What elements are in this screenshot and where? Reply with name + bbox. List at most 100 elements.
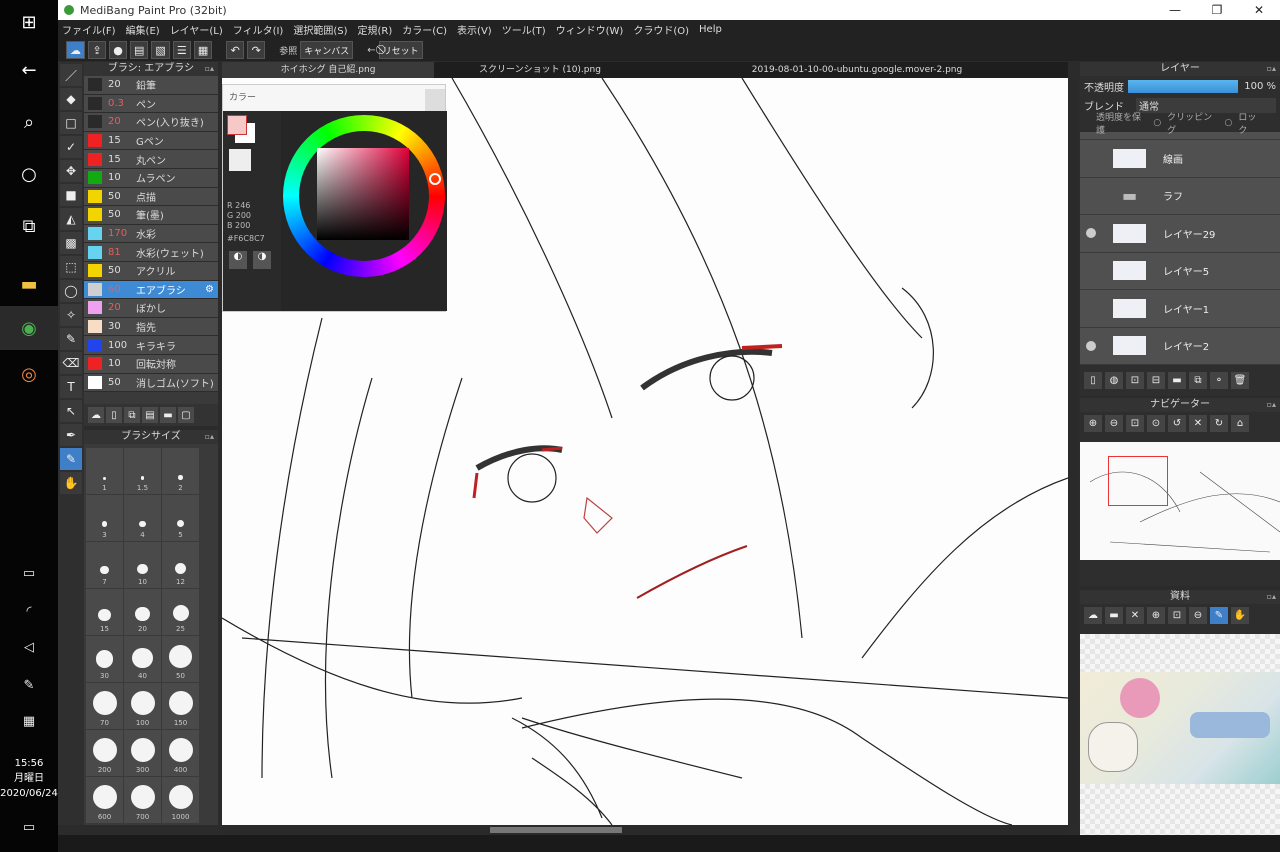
actual-size-icon[interactable]: ⊙ (1147, 415, 1165, 432)
opacity-slider[interactable] (1128, 79, 1238, 93)
canvas-button[interactable]: キャンバス (300, 41, 354, 59)
menu-item[interactable]: ツール(T) (502, 22, 546, 37)
brush-item[interactable]: 20 ペン(入り抜き) (84, 113, 218, 132)
clipping-radio-icon[interactable]: ○ (1153, 118, 1161, 128)
back-arrow-icon[interactable]: ← (0, 48, 58, 92)
visibility-icon[interactable] (1086, 340, 1096, 351)
reset-button[interactable]: ⃠リセット (378, 41, 423, 59)
windows-start-icon[interactable]: ⊞ (0, 0, 58, 44)
medibang-app-icon[interactable]: ◉ (0, 306, 58, 350)
menu-item[interactable]: フィルタ(I) (233, 22, 284, 37)
page-icon[interactable]: ▧ (151, 41, 170, 59)
pen-tool-icon[interactable]: ✎ (60, 448, 82, 470)
brush-item[interactable]: 20 鉛筆 (84, 76, 218, 95)
brush-size-cell[interactable]: 70 (86, 683, 123, 729)
rotate-left-icon[interactable]: ← (367, 45, 375, 56)
brush-size-cell[interactable]: 40 (124, 636, 161, 682)
operation-tool-icon[interactable]: ↖ (60, 400, 82, 422)
blue-value[interactable]: B 200 (227, 221, 265, 231)
brush-size-cell[interactable]: 150 (162, 683, 199, 729)
brush-size-cell[interactable]: 2 (162, 448, 199, 494)
brush-size-cell[interactable]: 700 (124, 777, 161, 823)
menu-item[interactable]: 定規(R) (357, 22, 392, 37)
cloud-icon[interactable]: ☁ (66, 41, 85, 59)
close-button[interactable]: ✕ (1238, 0, 1280, 20)
brush-size-cell[interactable]: 1.5 (124, 448, 161, 494)
eyedropper-icon[interactable]: ✎ (1210, 607, 1228, 624)
foreground-color-swatch[interactable] (227, 115, 247, 135)
fit-icon[interactable]: ⊡ (1126, 415, 1144, 432)
open-folder-icon[interactable]: ▬ (1105, 607, 1123, 624)
brush-size-cell[interactable]: 7 (86, 542, 123, 588)
brush-size-cell[interactable]: 25 (162, 589, 199, 635)
layer-row[interactable]: レイヤー2 (1080, 327, 1280, 365)
color-panel-close[interactable] (425, 89, 445, 111)
brush-size-cell[interactable]: 200 (86, 730, 123, 776)
scroll-thumb[interactable] (490, 827, 622, 833)
brush-size-cell[interactable]: 50 (162, 636, 199, 682)
copy-brush-icon[interactable]: ⧉ (124, 407, 140, 423)
brush-settings-icon[interactable]: ⚙ (205, 284, 214, 295)
visibility-icon[interactable] (1086, 228, 1096, 239)
menu-item[interactable]: カラー(C) (402, 22, 447, 37)
wifi-icon[interactable]: ◜ (0, 604, 58, 619)
clock[interactable]: 15:56 月曜日 2020/06/24 (0, 756, 58, 801)
lock-checkbox[interactable]: ロック (1238, 110, 1264, 136)
undo-icon[interactable]: ↶ (226, 41, 245, 59)
fit-icon[interactable]: ⊡ (1168, 607, 1186, 624)
rectangle-tool-icon[interactable]: □ (60, 112, 82, 134)
brush-item[interactable]: 50 点描 (84, 187, 218, 207)
horizontal-scrollbar[interactable] (222, 825, 1068, 835)
rotate-right-icon[interactable]: ↻ (1210, 415, 1228, 432)
move-tool-icon[interactable]: ✥ (60, 160, 82, 182)
brush-size-cell[interactable]: 5 (162, 495, 199, 541)
select-eraser-tool-icon[interactable]: ⌫ (60, 352, 82, 374)
magic-wand-tool-icon[interactable]: ✧ (60, 304, 82, 326)
share-icon[interactable]: ⇪ (88, 41, 106, 59)
duplicate-layer-icon[interactable]: ⧉ (1189, 372, 1207, 389)
navigator-viewport[interactable] (1108, 456, 1168, 506)
gradient-tool-icon[interactable]: ▩ (60, 232, 82, 254)
layer-row[interactable]: ▬ ラフ (1080, 177, 1280, 215)
new-1bit-layer-icon[interactable]: ⊟ (1147, 372, 1165, 389)
brush-size-cell[interactable]: 15 (86, 589, 123, 635)
brush-item[interactable]: 170 水彩 (84, 224, 218, 244)
brush-item[interactable]: 10 ムラペン (84, 168, 218, 188)
flip-icon[interactable]: ✕ (1189, 415, 1207, 432)
brush-item[interactable]: 50 アクリル (84, 261, 218, 281)
file-explorer-icon[interactable]: ▬ (0, 262, 58, 306)
menu-item[interactable]: 編集(E) (126, 22, 160, 37)
green-value[interactable]: G 200 (227, 211, 265, 221)
notification-icon[interactable]: ▭ (0, 820, 58, 835)
merge-layer-icon[interactable]: ⚬ (1210, 372, 1228, 389)
brush-tool-icon[interactable]: ／ (60, 64, 82, 86)
tab-document-1[interactable]: ホイホシグ 自己紹.png (222, 62, 434, 78)
maximize-button[interactable]: ❐ (1196, 0, 1238, 20)
brush-size-cell[interactable]: 4 (124, 495, 161, 541)
lasso-tool-icon[interactable]: ◯ (60, 280, 82, 302)
navigator-preview[interactable] (1080, 442, 1280, 560)
brush-size-cell[interactable]: 400 (162, 730, 199, 776)
brush-cloud-icon[interactable]: ☁ (88, 407, 104, 423)
select-pen-tool-icon[interactable]: ✎ (60, 328, 82, 350)
brush-item[interactable]: 100 キラキラ (84, 336, 218, 355)
new-8bit-layer-icon[interactable]: ⊡ (1126, 372, 1144, 389)
brush-item[interactable]: 60 エアブラシ ⚙ (84, 280, 218, 300)
brush-item[interactable]: 30 指先 (84, 317, 218, 337)
menu-item[interactable]: 選択範囲(S) (293, 22, 347, 37)
vertical-scrollbar[interactable] (1068, 78, 1078, 825)
brush-size-cell[interactable]: 3 (86, 495, 123, 541)
eyedropper-tool-icon[interactable]: ✒ (60, 424, 82, 446)
tab-document-2[interactable]: スクリーンショット (10).png (434, 62, 646, 78)
palette-icon[interactable]: ◑ (253, 251, 271, 269)
menu-item[interactable]: クラウド(O) (633, 22, 689, 37)
pen-icon[interactable]: ✎ (0, 678, 58, 693)
transparent-color-icon[interactable] (229, 149, 251, 171)
eraser-tool-icon[interactable]: ◆ (60, 88, 82, 110)
brush-size-cell[interactable]: 12 (162, 542, 199, 588)
edit-brush-icon[interactable]: ▤ (142, 407, 158, 423)
menu-item[interactable]: Help (699, 24, 722, 35)
reference-image-area[interactable] (1080, 634, 1280, 839)
list-icon[interactable]: ☰ (172, 41, 191, 59)
new-layer-icon[interactable]: ▯ (1084, 372, 1102, 389)
